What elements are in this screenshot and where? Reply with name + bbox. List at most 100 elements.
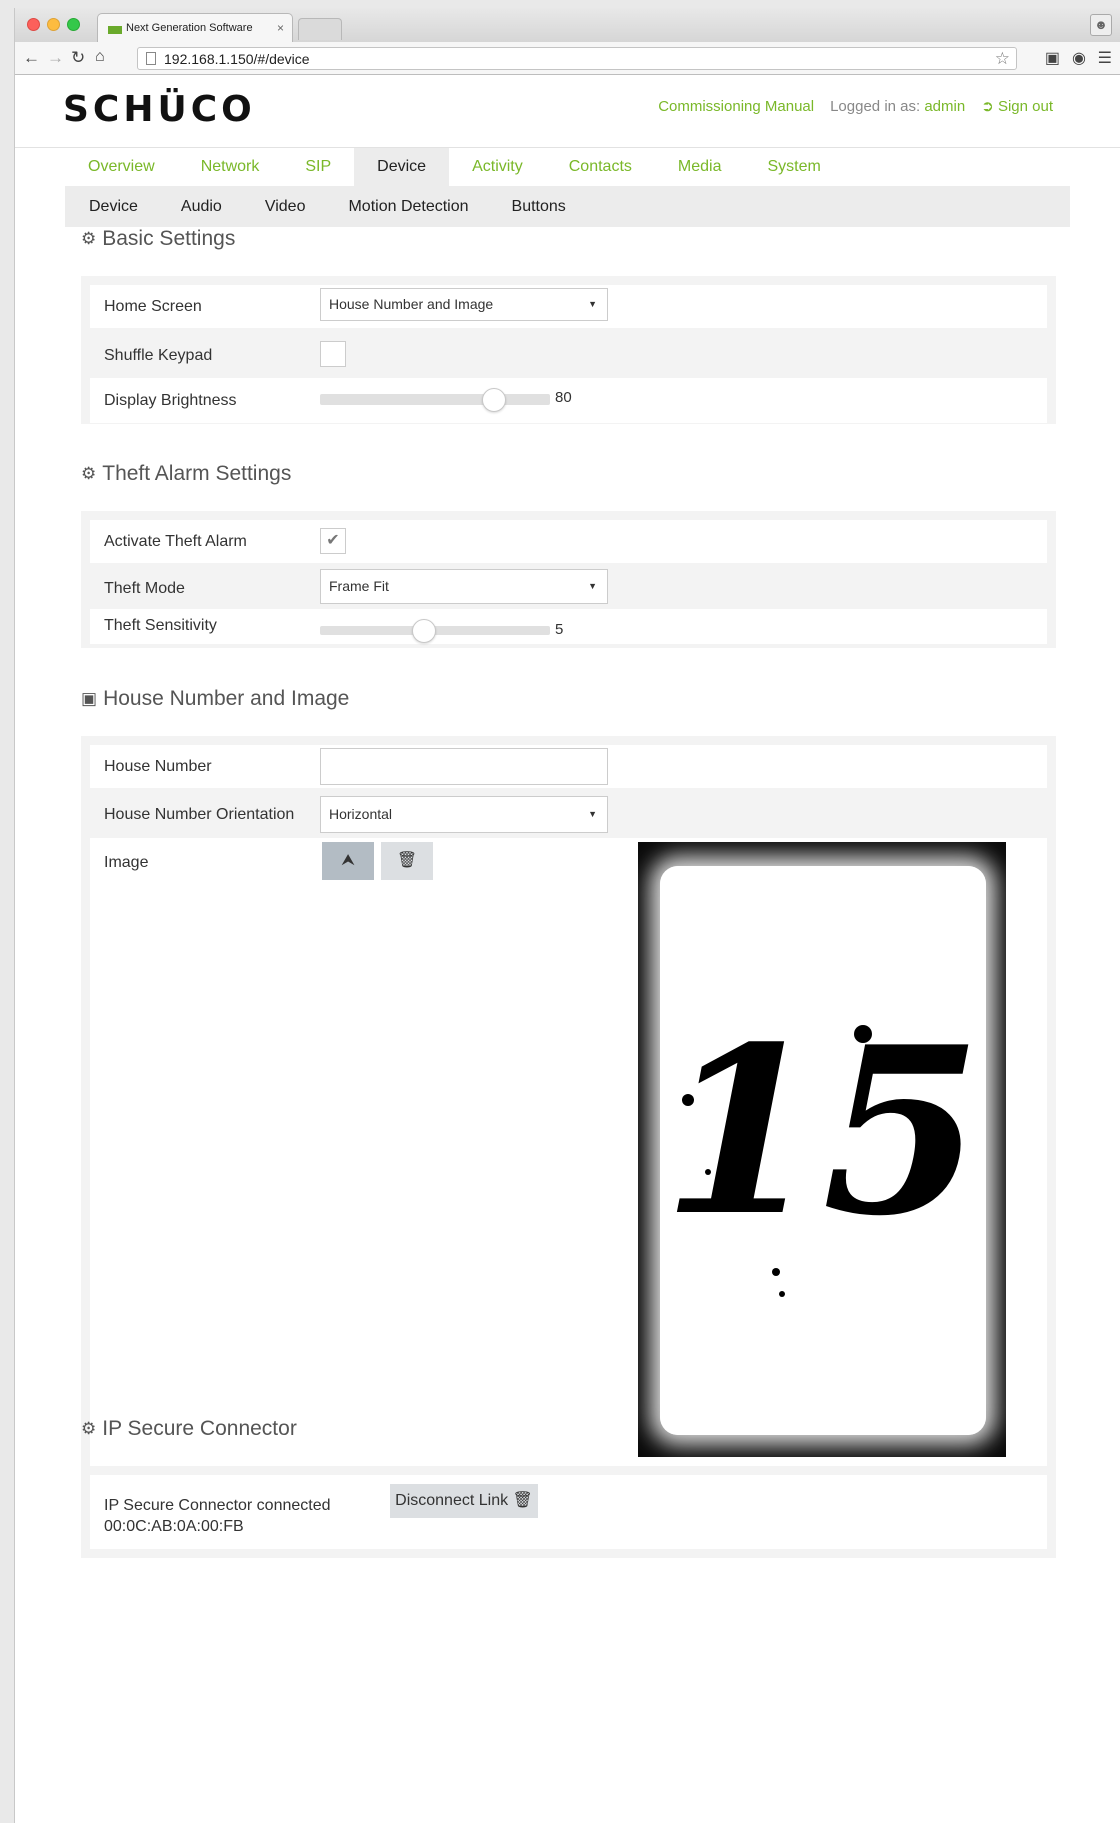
house-number-input[interactable] xyxy=(320,748,608,785)
tab-media[interactable]: Media xyxy=(655,148,745,186)
shuffle-keypad-label: Shuffle Keypad xyxy=(104,347,213,364)
disconnect-link-label: Disconnect Link xyxy=(395,1492,509,1509)
upload-button[interactable]: ⮝ xyxy=(322,842,374,880)
basic-settings-title-text: Basic Settings xyxy=(102,227,236,250)
url-text: 192.168.1.150/#/device xyxy=(164,50,310,67)
orientation-label: House Number Orientation xyxy=(104,806,295,823)
address-bar[interactable]: 192.168.1.150/#/device ☆ xyxy=(137,47,1017,70)
image-row: Image ⮝ 🗑 15 xyxy=(90,838,1047,1478)
forward-arrow-icon[interactable]: → xyxy=(47,48,64,68)
sub-nav: Device Audio Video Motion Detection Butt… xyxy=(65,186,1070,227)
house-number-graphic: 15 xyxy=(662,997,982,1297)
house-number-panel: House Number House Number Orientation Ho… xyxy=(81,736,1056,1483)
upload-icon: ⮝ xyxy=(341,852,355,869)
ip-secure-status: IP Secure Connector connected xyxy=(104,1497,331,1514)
house-number-title-text: House Number and Image xyxy=(103,687,350,710)
trash-icon: 🗑 xyxy=(512,1492,533,1509)
theft-mode-label: Theft Mode xyxy=(104,580,185,597)
theft-mode-value: Frame Fit xyxy=(329,578,389,594)
display-brightness-label: Display Brightness xyxy=(104,392,237,409)
home-screen-row: Home Screen House Number and Image ▼ xyxy=(90,285,1047,328)
browser-window: Next Generation Software × ☻ ← → ↻ ⌂ 192… xyxy=(14,8,1120,1823)
new-tab-button[interactable] xyxy=(298,18,342,40)
bookmark-star-icon[interactable]: ☆ xyxy=(995,49,1010,69)
ip-secure-mac: 00:0C:AB:0A:00:FB xyxy=(104,1518,244,1535)
browser-tab-bar: Next Generation Software × ☻ xyxy=(15,8,1120,42)
theft-sensitivity-slider[interactable] xyxy=(320,619,550,643)
tab-contacts[interactable]: Contacts xyxy=(546,148,655,186)
desktop-background: Next Generation Software × ☻ ← → ↻ ⌂ 192… xyxy=(0,0,1120,1823)
gear-icon: ⚙ xyxy=(81,229,97,248)
subtab-video[interactable]: Video xyxy=(265,198,306,216)
web-page: SCHÜCO Commissioning Manual Logged in as… xyxy=(15,75,1120,1823)
theft-mode-row: Theft Mode Frame Fit ▼ xyxy=(90,569,1047,605)
home-screen-value: House Number and Image xyxy=(329,296,494,312)
sign-out-link[interactable]: ➲ Sign out xyxy=(981,97,1053,115)
tab-network[interactable]: Network xyxy=(178,148,283,186)
browser-toolbar: ← → ↻ ⌂ 192.168.1.150/#/device ☆ ▣ ◉ ☰ xyxy=(15,42,1120,75)
trash-icon: 🗑 xyxy=(396,852,418,869)
minimize-window-button[interactable] xyxy=(47,18,60,31)
theft-mode-select[interactable]: Frame Fit ▼ xyxy=(320,569,608,604)
username-link[interactable]: admin xyxy=(924,98,965,115)
theft-alarm-title-text: Theft Alarm Settings xyxy=(102,462,292,485)
theft-sensitivity-label: Theft Sensitivity xyxy=(104,617,217,634)
basic-settings-panel: Home Screen House Number and Image ▼ Shu… xyxy=(81,276,1056,424)
tab-system[interactable]: System xyxy=(744,148,843,186)
theft-sensitivity-handle[interactable] xyxy=(411,619,436,643)
tab-sip[interactable]: SIP xyxy=(282,148,354,186)
ip-secure-title: ⚙ IP Secure Connector xyxy=(81,1417,297,1441)
cast-icon[interactable]: ▣ xyxy=(1045,48,1060,68)
main-nav: Overview Network SIP Device Activity Con… xyxy=(65,148,844,186)
display-brightness-slider[interactable] xyxy=(320,388,550,412)
basic-settings-title: ⚙ Basic Settings xyxy=(81,227,235,251)
orientation-select[interactable]: Horizontal ▼ xyxy=(320,796,608,833)
subtab-buttons[interactable]: Buttons xyxy=(512,198,566,216)
house-number-title: ▣ House Number and Image xyxy=(81,687,349,711)
caret-down-icon: ▼ xyxy=(588,809,597,819)
commissioning-manual-link[interactable]: Commissioning Manual xyxy=(658,98,814,115)
profile-icon[interactable]: ☻ xyxy=(1090,14,1112,36)
tab-close-icon[interactable]: × xyxy=(277,21,284,35)
caret-down-icon: ▼ xyxy=(588,299,597,309)
home-screen-select[interactable]: House Number and Image ▼ xyxy=(320,288,608,321)
maximize-window-button[interactable] xyxy=(67,18,80,31)
house-number-glyphs: 15 xyxy=(662,997,982,1267)
display-brightness-value: 80 xyxy=(555,389,572,406)
tab-overview[interactable]: Overview xyxy=(65,148,178,186)
orientation-value: Horizontal xyxy=(329,806,393,822)
extension-icon[interactable]: ◉ xyxy=(1072,48,1086,68)
house-number-label: House Number xyxy=(104,758,212,775)
home-icon[interactable]: ⌂ xyxy=(95,48,105,66)
shuffle-keypad-row: Shuffle Keypad xyxy=(90,336,1047,372)
display-brightness-row: Display Brightness 80 xyxy=(90,378,1047,423)
delete-image-button[interactable]: 🗑 xyxy=(381,842,433,880)
theft-alarm-panel: Activate Theft Alarm ✔ Theft Mode Frame … xyxy=(81,511,1056,648)
subtab-device[interactable]: Device xyxy=(89,198,138,216)
display-brightness-handle[interactable] xyxy=(482,388,506,412)
browser-tab-active[interactable]: Next Generation Software × xyxy=(97,13,293,42)
menu-icon[interactable]: ☰ xyxy=(1098,48,1112,68)
activate-theft-alarm-checkbox[interactable]: ✔ xyxy=(320,528,346,554)
orientation-row: House Number Orientation Horizontal ▼ xyxy=(90,796,1047,833)
gear-icon: ⚙ xyxy=(81,464,97,483)
subtab-motion-detection[interactable]: Motion Detection xyxy=(348,198,468,216)
house-number-image-preview: 15 xyxy=(638,842,1006,1457)
subtab-audio[interactable]: Audio xyxy=(181,198,222,216)
shuffle-keypad-checkbox[interactable] xyxy=(320,341,346,367)
schuco-logo[interactable]: SCHÜCO xyxy=(63,89,256,130)
theft-sensitivity-row: Theft Sensitivity 5 xyxy=(90,609,1047,644)
back-arrow-icon[interactable]: ← xyxy=(23,48,40,68)
reload-icon[interactable]: ↻ xyxy=(71,48,85,68)
gear-icon: ⚙ xyxy=(81,1419,97,1438)
close-window-button[interactable] xyxy=(27,18,40,31)
sign-out-icon: ➲ xyxy=(981,98,994,115)
disconnect-link-button[interactable]: Disconnect Link 🗑 xyxy=(390,1484,538,1518)
tab-activity[interactable]: Activity xyxy=(449,148,546,186)
picture-icon: ▣ xyxy=(81,689,98,708)
home-screen-label: Home Screen xyxy=(104,298,202,315)
tab-device[interactable]: Device xyxy=(354,148,450,186)
sign-out-label: Sign out xyxy=(997,98,1053,115)
activate-theft-alarm-row: Activate Theft Alarm ✔ xyxy=(90,520,1047,563)
logged-in-label: Logged in as: xyxy=(830,97,921,115)
